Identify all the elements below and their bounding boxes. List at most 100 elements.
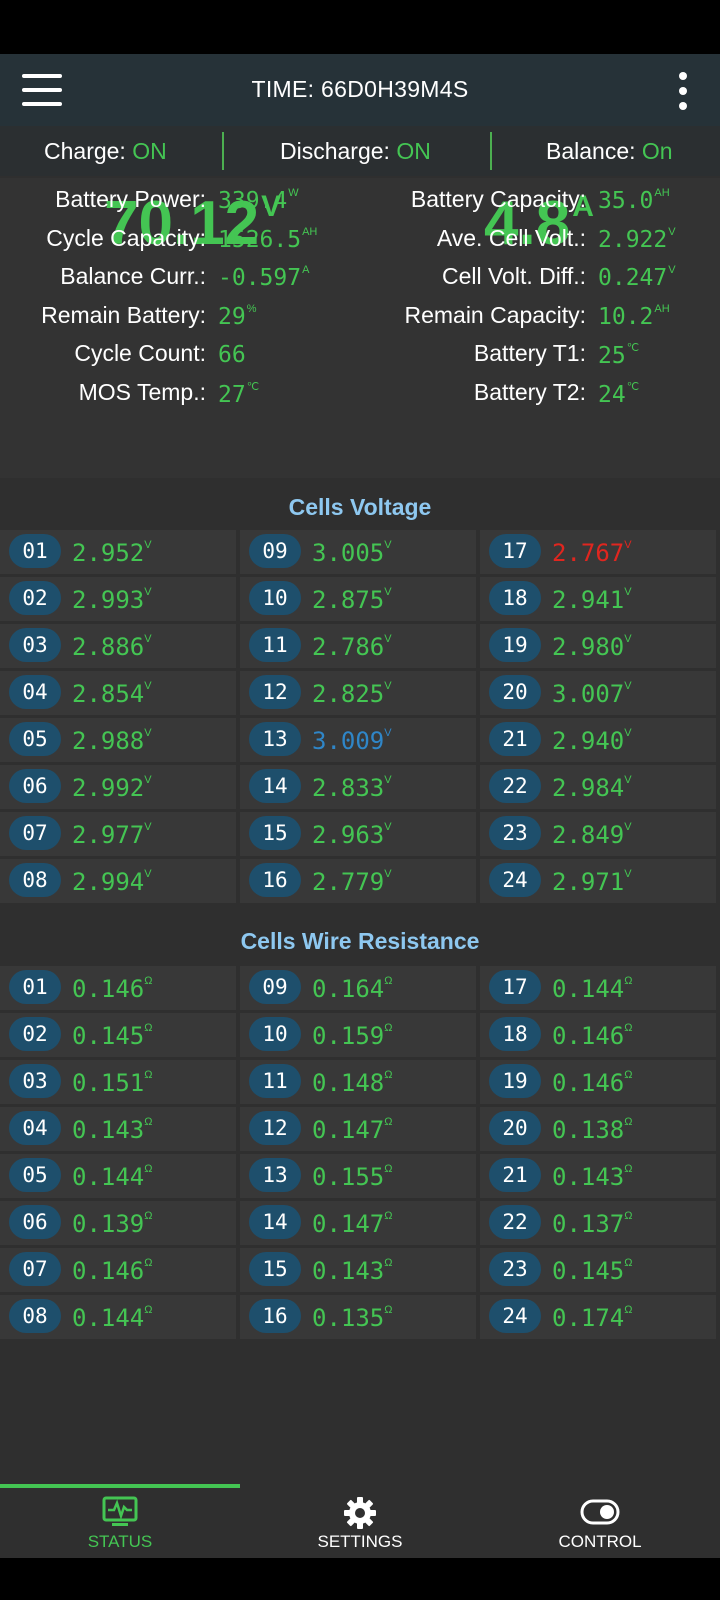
- cell-value-number: 0.146: [72, 1257, 145, 1285]
- cell-value: 0.143Ω: [312, 1257, 392, 1285]
- cell-value-number: 2.993: [72, 586, 145, 614]
- cell-item: 13 3.009V: [240, 718, 476, 762]
- cell-item: 02 0.145Ω: [0, 1013, 236, 1057]
- app-screen: TIME: 66D0H39M4S Charge: ON Discharge: O…: [0, 54, 720, 1558]
- more-options-icon[interactable]: [676, 72, 690, 112]
- cell-value-unit: V: [384, 868, 392, 880]
- summary-value: 27℃: [218, 380, 259, 408]
- cell-value: 3.009V: [312, 727, 392, 755]
- cell-item: 09 0.164Ω: [240, 966, 476, 1010]
- summary-value-unit: V: [668, 226, 676, 238]
- summary-value-number: 35.0: [598, 188, 654, 214]
- cell-value-unit: Ω: [624, 1022, 633, 1034]
- cell-number-badge: 05: [9, 722, 61, 756]
- cell-item: 21 0.143Ω: [480, 1154, 716, 1198]
- cell-value-number: 2.977: [72, 821, 145, 849]
- summary-value-number: 29: [218, 304, 246, 330]
- cell-value-number: 0.174: [552, 1304, 625, 1332]
- cell-value-number: 0.144: [72, 1163, 145, 1191]
- toggle-icon: [580, 1499, 620, 1525]
- cell-value-number: 2.992: [72, 774, 145, 802]
- cell-number-badge: 04: [9, 1111, 61, 1145]
- cell-value-unit: Ω: [144, 1163, 153, 1175]
- cell-number-badge: 06: [9, 769, 61, 803]
- cell-number-badge: 09: [249, 534, 301, 568]
- cell-value: 3.007V: [552, 680, 632, 708]
- cell-number-badge: 04: [9, 675, 61, 709]
- cell-number-badge: 18: [489, 1017, 541, 1051]
- summary-label: Remain Battery:: [41, 302, 206, 328]
- cell-value: 0.146Ω: [552, 1022, 632, 1050]
- summary-label: MOS Temp.:: [78, 379, 206, 405]
- cell-value-unit: Ω: [144, 1257, 153, 1269]
- tab-status-label: STATUS: [87, 1532, 153, 1551]
- cell-item: 14 2.833V: [240, 765, 476, 809]
- summary-value-unit: AH: [302, 226, 318, 238]
- cell-item: 22 0.137Ω: [480, 1201, 716, 1245]
- cell-value-number: 0.143: [552, 1163, 625, 1191]
- cell-value-unit: Ω: [624, 1163, 633, 1175]
- cell-item: 01 0.146Ω: [0, 966, 236, 1010]
- cell-value-unit: V: [144, 774, 152, 786]
- cell-value-number: 0.145: [552, 1257, 625, 1285]
- tab-control[interactable]: CONTROL: [480, 1488, 720, 1558]
- cell-value-number: 0.144: [552, 975, 625, 1003]
- switch-status-bar: Charge: ON Discharge: ON Balance: On: [0, 126, 720, 176]
- cell-number-badge: 19: [489, 628, 541, 662]
- balance-status: Balance: On: [546, 138, 673, 164]
- cell-value-unit: Ω: [384, 1116, 393, 1128]
- cell-value: 2.849V: [552, 821, 632, 849]
- summary-value-number: 339.4: [218, 188, 288, 214]
- cell-value: 0.151Ω: [72, 1069, 152, 1097]
- cell-value-number: 0.147: [312, 1116, 385, 1144]
- cell-value-unit: Ω: [384, 1304, 393, 1316]
- gear-icon: [344, 1497, 376, 1529]
- cell-item: 04 0.143Ω: [0, 1107, 236, 1151]
- cell-value: 0.144Ω: [72, 1304, 152, 1332]
- summary-value-number: 0.247: [598, 265, 668, 291]
- cell-value-unit: Ω: [144, 1304, 153, 1316]
- cell-value-unit: V: [624, 586, 632, 598]
- divider: [222, 132, 224, 170]
- summary-value-number: -0.597: [218, 265, 302, 291]
- cell-value-unit: Ω: [384, 975, 393, 987]
- summary-value-number: 27: [218, 382, 246, 408]
- tab-status[interactable]: STATUS: [0, 1488, 240, 1558]
- cell-value-number: 3.005: [312, 539, 385, 567]
- cell-value: 0.155Ω: [312, 1163, 392, 1191]
- cell-item: 19 0.146Ω: [480, 1060, 716, 1104]
- cell-number-badge: 07: [9, 1252, 61, 1286]
- cell-item: 08 2.994V: [0, 859, 236, 903]
- cell-value-unit: V: [624, 539, 632, 551]
- summary-value: 2.922V: [598, 226, 676, 253]
- summary-value-number: 2.922: [598, 227, 668, 253]
- summary-value: -0.597A: [218, 264, 309, 291]
- cell-value: 2.886V: [72, 633, 152, 661]
- cell-item: 19 2.980V: [480, 624, 716, 668]
- cell-number-badge: 18: [489, 581, 541, 615]
- cell-number-badge: 15: [249, 816, 301, 850]
- cell-value-number: 2.849: [552, 821, 625, 849]
- summary-value: 1526.5AH: [218, 226, 317, 253]
- summary-label: Cell Volt. Diff.:: [441, 263, 586, 289]
- tab-control-label: CONTROL: [558, 1532, 642, 1551]
- cell-value-number: 0.164: [312, 975, 385, 1003]
- cell-value-unit: Ω: [384, 1210, 393, 1222]
- discharge-value: ON: [396, 138, 431, 164]
- summary-value-unit: V: [668, 264, 676, 276]
- summary-value-unit: A: [302, 264, 310, 276]
- summary-label: Cycle Capacity:: [46, 225, 206, 251]
- cell-item: 07 0.146Ω: [0, 1248, 236, 1292]
- cells-resistance-grid: 01 0.146Ω 02 0.145Ω 03 0.151Ω 04 0.143Ω 05 0.144Ω…: [0, 966, 720, 1342]
- cell-number-badge: 21: [489, 1158, 541, 1192]
- summary-value-number: 1526.5: [218, 227, 302, 253]
- tab-settings[interactable]: SETTINGS: [240, 1488, 480, 1558]
- cell-value-number: 2.833: [312, 774, 385, 802]
- cell-number-badge: 17: [489, 534, 541, 568]
- cells-voltage-title: Cells Voltage: [288, 494, 432, 520]
- cell-value-unit: V: [384, 633, 392, 645]
- cell-value: 0.148Ω: [312, 1069, 392, 1097]
- cell-number-badge: 10: [249, 581, 301, 615]
- cell-value-number: 2.767: [552, 539, 625, 567]
- cell-value-unit: Ω: [144, 975, 153, 987]
